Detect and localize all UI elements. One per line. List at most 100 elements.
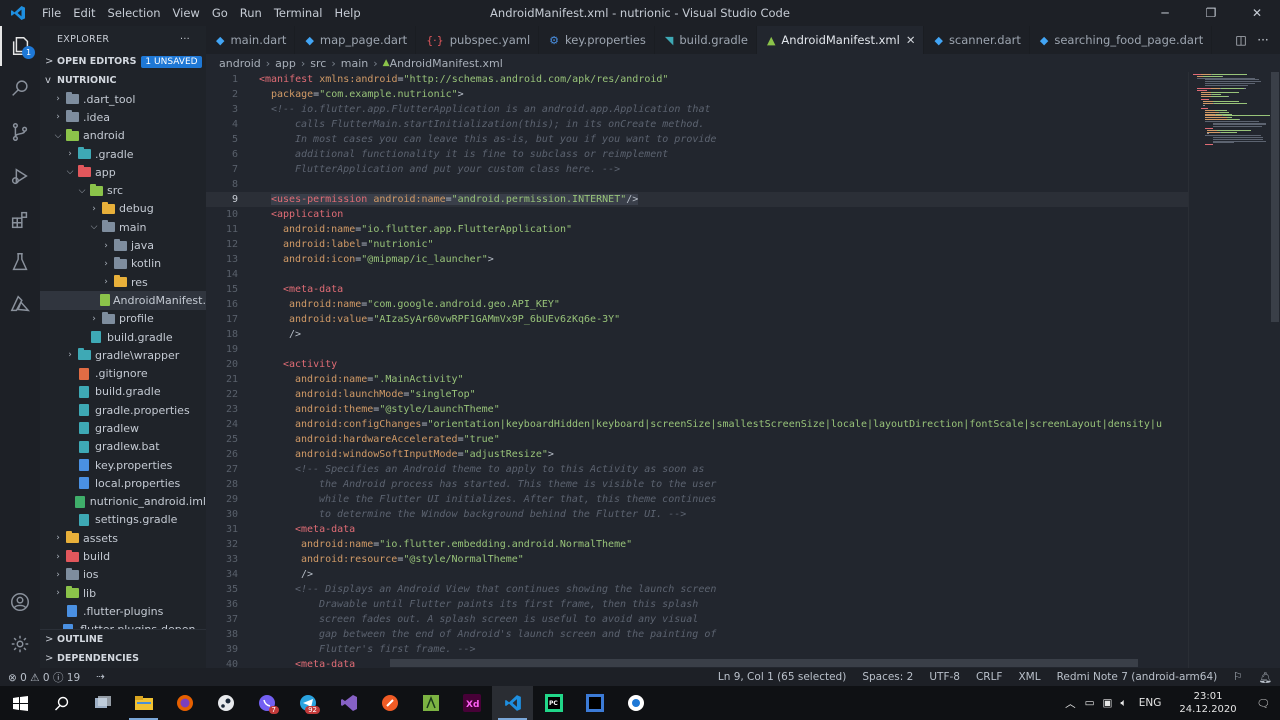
postman-icon[interactable] — [369, 686, 410, 720]
restore-button[interactable]: ❐ — [1188, 0, 1234, 26]
tree-file[interactable]: .gitignore — [40, 364, 206, 382]
android-studio-icon[interactable] — [410, 686, 451, 720]
open-editors-section[interactable]: > OPEN EDITORS 1 UNSAVED — [40, 52, 206, 71]
steam-icon[interactable] — [205, 686, 246, 720]
menu-view[interactable]: View — [167, 0, 206, 26]
start-windows-icon[interactable] — [0, 686, 41, 720]
tree-folder[interactable]: › lib — [40, 584, 206, 602]
action-center-icon[interactable]: 🗨︎ — [1247, 697, 1280, 710]
tree-folder[interactable]: › .gradle — [40, 145, 206, 163]
tray-chevron-up-icon[interactable]: ︿ — [1060, 696, 1081, 711]
menu-selection[interactable]: Selection — [102, 0, 167, 26]
live-share-icon[interactable]: ⇢ — [88, 671, 113, 683]
tab-main-dart[interactable]: ◆ main.dart — [206, 26, 296, 54]
cursor-position[interactable]: Ln 9, Col 1 (65 selected) — [710, 671, 854, 683]
app-icon[interactable] — [615, 686, 656, 720]
tab-map-page-dart[interactable]: ◆ map_page.dart — [295, 26, 417, 54]
volume-icon[interactable]: 🔈︎ — [1116, 697, 1130, 710]
tree-folder[interactable]: › ios — [40, 566, 206, 584]
tree-file[interactable]: gradlew.bat — [40, 438, 206, 456]
tree-folder[interactable]: › .idea — [40, 108, 206, 126]
testing-flask-icon[interactable] — [0, 242, 40, 282]
azure-icon[interactable] — [0, 284, 40, 324]
source-control-icon[interactable] — [0, 112, 40, 152]
telegram-icon[interactable]: 92 — [287, 686, 328, 720]
explorer-icon[interactable]: 1 — [0, 26, 40, 66]
tree-file[interactable]: gradle.properties — [40, 401, 206, 419]
tree-folder[interactable]: › gradle\wrapper — [40, 346, 206, 364]
more-actions-icon[interactable]: ··· — [1252, 33, 1274, 47]
run-debug-icon[interactable] — [0, 156, 40, 196]
tree-file[interactable]: .flutter-plugins — [40, 602, 206, 620]
tab-pubspec-yaml[interactable]: {·} pubspec.yaml — [416, 26, 540, 54]
menu-terminal[interactable]: Terminal — [268, 0, 329, 26]
breadcrumb-item[interactable]: src — [310, 57, 326, 70]
flutter-device[interactable]: Redmi Note 7 (android-arm64) — [1049, 671, 1226, 683]
project-section[interactable]: v NUTRIONIC — [40, 71, 206, 90]
tree-folder[interactable]: ⌵ main — [40, 218, 206, 236]
menu-help[interactable]: Help — [328, 0, 366, 26]
tree-folder[interactable]: ⌵ android — [40, 127, 206, 145]
menu-edit[interactable]: Edit — [67, 0, 101, 26]
breadcrumb-item[interactable]: app — [275, 57, 296, 70]
breadcrumb-item[interactable]: main — [341, 57, 368, 70]
end-of-line[interactable]: CRLF — [968, 671, 1011, 683]
task-view-icon[interactable] — [82, 686, 123, 720]
tree-folder[interactable]: › debug — [40, 200, 206, 218]
vscode-taskbar-icon[interactable] — [492, 686, 533, 720]
tree-folder[interactable]: › java — [40, 236, 206, 254]
outline-section[interactable]: > OUTLINE — [40, 630, 206, 649]
tab-scanner-dart[interactable]: ◆ scanner.dart — [924, 26, 1030, 54]
minimize-button[interactable]: ─ — [1142, 0, 1188, 26]
settings-gear-icon[interactable] — [0, 624, 40, 664]
tree-file[interactable]: gradlew — [40, 419, 206, 437]
minimap[interactable] — [1188, 72, 1280, 668]
tree-folder[interactable]: › .dart_tool — [40, 90, 206, 108]
menu-run[interactable]: Run — [234, 0, 268, 26]
viber-icon[interactable]: 7 — [246, 686, 287, 720]
problems-indicator[interactable]: ⊗ 0 ⚠ 0 ⓘ 19 — [0, 670, 88, 685]
pycharm-icon[interactable]: PC — [533, 686, 574, 720]
jetbrains-icon[interactable] — [574, 686, 615, 720]
firefox-icon[interactable] — [164, 686, 205, 720]
tree-folder[interactable]: › profile — [40, 310, 206, 328]
tree-folder[interactable]: › kotlin — [40, 255, 206, 273]
feedback-icon[interactable]: ⚐ — [1225, 671, 1250, 683]
tab-build-gradle[interactable]: ◥ build.gradle — [655, 26, 757, 54]
notifications-bell-icon[interactable]: 🔔︎ — [1251, 671, 1280, 684]
dependencies-section[interactable]: > DEPENDENCIES — [40, 649, 206, 668]
tree-folder[interactable]: › assets — [40, 529, 206, 547]
scrollbar-thumb[interactable] — [1271, 72, 1279, 322]
extensions-icon[interactable] — [0, 200, 40, 240]
tree-file[interactable]: build.gradle — [40, 383, 206, 401]
more-actions-icon[interactable]: ··· — [180, 34, 190, 45]
vertical-scrollbar[interactable] — [1270, 72, 1280, 668]
indentation[interactable]: Spaces: 2 — [854, 671, 921, 683]
visual-studio-icon[interactable] — [328, 686, 369, 720]
clock[interactable]: 23:01 24.12.2020 — [1169, 690, 1246, 716]
breadcrumb-item[interactable]: android — [219, 57, 261, 70]
tree-file[interactable]: build.gradle — [40, 328, 206, 346]
tree-folder[interactable]: › res — [40, 273, 206, 291]
encoding[interactable]: UTF-8 — [921, 671, 968, 683]
tab-searching-food-page-dart[interactable]: ◆ searching_food_page.dart — [1030, 26, 1213, 54]
tree-folder[interactable]: ⌵ src — [40, 181, 206, 199]
input-language[interactable]: ENG — [1131, 697, 1170, 709]
menu-file[interactable]: File — [36, 0, 67, 26]
code-editor[interactable]: 1 <manifest xmlns:android="http://schemas… — [206, 72, 1188, 668]
tree-folder[interactable]: › build — [40, 547, 206, 565]
horizontal-scrollbar[interactable] — [390, 659, 1138, 667]
close-icon[interactable]: ✕ — [906, 33, 916, 47]
language-mode[interactable]: XML — [1010, 671, 1048, 683]
file-explorer-icon[interactable] — [123, 686, 164, 720]
tree-file[interactable]: local.properties — [40, 474, 206, 492]
tree-folder[interactable]: ⌵ app — [40, 163, 206, 181]
tree-file[interactable]: AndroidManifest.... — [40, 291, 206, 310]
battery-icon[interactable]: ▭ — [1081, 697, 1099, 709]
split-editor-icon[interactable]: ◫ — [1230, 33, 1252, 47]
search-icon[interactable] — [0, 68, 40, 108]
tree-file[interactable]: settings.gradle — [40, 511, 206, 529]
close-window-button[interactable]: ✕ — [1234, 0, 1280, 26]
network-icon[interactable]: ▣ — [1099, 697, 1117, 709]
menu-go[interactable]: Go — [206, 0, 234, 26]
